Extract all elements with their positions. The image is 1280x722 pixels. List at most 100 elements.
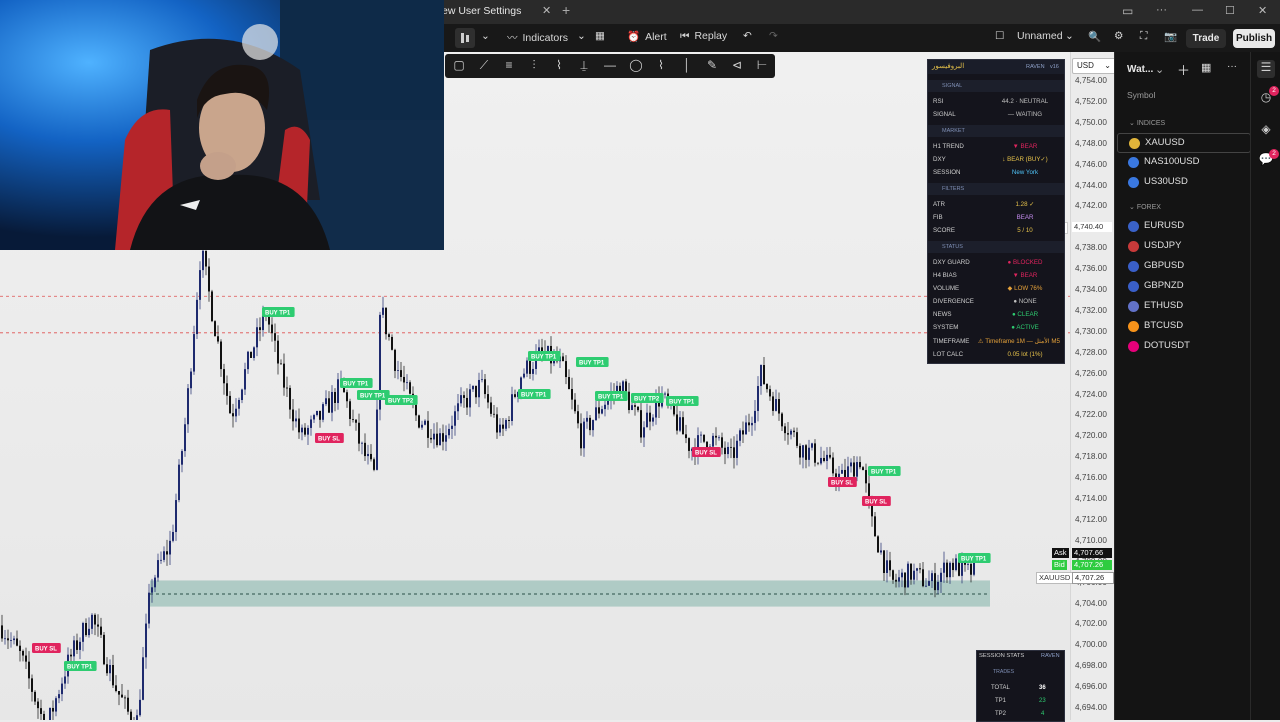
candle-body <box>289 387 291 410</box>
candle-body <box>190 371 192 389</box>
indices-section[interactable]: ⌄ INDICES <box>1129 119 1165 127</box>
fullscreen-icon[interactable]: ⛶ <box>1140 30 1147 43</box>
candle-body <box>13 638 15 641</box>
candle-body <box>859 462 861 468</box>
layouts-grid-icon[interactable]: ▦ <box>595 30 605 42</box>
layout-checkbox-icon[interactable]: ☐ <box>995 30 1004 42</box>
candle-body <box>235 408 237 417</box>
candle-body <box>910 563 912 580</box>
candle-body <box>586 417 588 422</box>
undo-icon[interactable]: ↶ <box>743 30 752 42</box>
new-tab-button[interactable]: + <box>562 2 570 18</box>
candle-body <box>808 447 810 460</box>
desktop-icon[interactable]: ▭ <box>1122 4 1133 18</box>
watchlist-item[interactable]: DOTUSDT <box>1117 337 1249 355</box>
candle-body <box>250 351 252 358</box>
replay-button[interactable]: ⏮ Replay <box>680 30 727 43</box>
indices-label: INDICES <box>1136 120 1166 127</box>
bars-pattern-icon[interactable]: ⫶ <box>524 58 544 73</box>
candle-body <box>397 370 399 371</box>
candle-body <box>451 425 453 429</box>
camera-icon[interactable]: 📷 <box>1164 30 1177 43</box>
layout-name-button[interactable]: Unnamed <box>1017 30 1063 42</box>
candle-body <box>925 585 927 587</box>
watchlist-item[interactable]: US30USD <box>1117 173 1249 191</box>
symbol-logo-icon <box>1128 301 1139 312</box>
brush-tool-icon[interactable]: ✎ <box>702 58 722 72</box>
settings-gear-icon[interactable]: ⚙ <box>1114 30 1123 42</box>
alert-button[interactable]: ⏰ Alert <box>627 30 667 43</box>
column-header-symbol[interactable]: Symbol <box>1127 90 1155 100</box>
ruler-tool-icon[interactable]: ⊲ <box>727 58 747 72</box>
watchlist-item[interactable]: XAUUSD <box>1117 133 1251 153</box>
layers-icon[interactable]: ◈ <box>1257 122 1275 140</box>
chevron-down-icon[interactable]: ⌄ <box>481 30 490 42</box>
close-tab-button[interactable]: ✕ <box>542 4 551 17</box>
forex-section[interactable]: ⌄ FOREX <box>1129 203 1161 211</box>
candle-body <box>514 394 516 397</box>
price-tick: 4,748.00 <box>1075 138 1107 148</box>
trade-button[interactable]: Trade <box>1186 29 1226 48</box>
watchlist-item[interactable]: USDJPY <box>1117 237 1249 255</box>
browser-tab-title[interactable]: ew User Settings <box>442 5 521 17</box>
candle-body <box>763 365 765 385</box>
vertical-line-icon[interactable]: │ <box>677 58 697 72</box>
channel-tool-icon[interactable]: ≡ <box>499 58 519 72</box>
signal-label: BUY SL <box>831 481 853 487</box>
candle-body <box>913 570 915 580</box>
watchlist-title[interactable]: Wat... <box>1127 64 1153 75</box>
row-atr: ATR 1.28 ✓ <box>933 201 1035 208</box>
path-tool-icon[interactable]: ⟋ <box>474 58 494 73</box>
alert-label: Alert <box>645 31 667 43</box>
high-price-tag: 4,740.40 <box>1072 222 1112 232</box>
chevron-down-icon[interactable]: ⌄ <box>577 30 586 42</box>
candle-body <box>640 410 642 438</box>
long-position-icon[interactable]: ⊢ <box>752 58 772 72</box>
indicators-button[interactable]: 〰 Indicators <box>507 30 568 45</box>
fib-tool-icon[interactable]: ⍊ <box>574 58 594 73</box>
watchlist-icon[interactable]: ☰ <box>1257 60 1275 78</box>
watchlist-item[interactable]: GBPUSD <box>1117 257 1249 275</box>
pattern-tool-icon[interactable]: ⌇ <box>549 58 569 72</box>
candle-body <box>676 414 678 431</box>
forex-label: FOREX <box>1136 204 1161 211</box>
add-symbol-icon[interactable]: ＋ <box>1177 60 1190 79</box>
more-icon[interactable]: ··· <box>1156 4 1167 16</box>
stats-total-label: TOTAL <box>991 685 1010 691</box>
quick-search-icon[interactable]: 🔍 <box>1088 30 1101 43</box>
watchlist-item[interactable]: ETHUSD <box>1117 297 1249 315</box>
more-options-icon[interactable]: ··· <box>1227 61 1237 72</box>
stats-tp1-value: 23 <box>1039 698 1046 704</box>
rectangle-tool-icon[interactable]: ▢ <box>449 58 469 72</box>
chevron-down-icon[interactable]: ⌄ <box>1065 30 1074 42</box>
candle-body <box>106 664 108 674</box>
wave-tool-icon[interactable]: ⌇ <box>651 58 671 72</box>
watchlist-item[interactable]: GBPNZD <box>1117 277 1249 295</box>
candle-body <box>196 299 198 335</box>
maximize-icon[interactable]: ☐ <box>1225 4 1235 17</box>
ellipse-tool-icon[interactable]: ◯ <box>626 58 646 72</box>
panel-brand: RAVEN <box>1026 64 1045 70</box>
currency-select[interactable]: USD ⌄ <box>1072 58 1116 74</box>
candle-body <box>583 421 585 449</box>
symbol-logo-icon <box>1128 281 1139 292</box>
redo-icon[interactable]: ↷ <box>769 30 778 42</box>
signal-label: BUY SL <box>695 451 717 457</box>
table-view-icon[interactable]: ▦ <box>1201 61 1211 74</box>
chevron-down-icon[interactable]: ⌄ <box>1155 63 1164 76</box>
window-close-icon[interactable]: ✕ <box>1258 4 1267 17</box>
price-axis[interactable]: 4,754.00 4,752.00 4,750.00 4,748.00 4,746.00… <box>1070 52 1115 720</box>
horizontal-line-icon[interactable]: — <box>600 58 620 72</box>
candle-body <box>253 347 255 358</box>
watchlist-item[interactable]: EURUSD <box>1117 217 1249 235</box>
publish-button[interactable]: Publish <box>1233 29 1275 48</box>
section-market: MARKET <box>928 125 1064 137</box>
chart-type-button[interactable] <box>455 28 475 48</box>
candle-body <box>328 398 330 413</box>
watchlist-item[interactable]: BTCUSD <box>1117 317 1249 335</box>
candle-body <box>217 336 219 342</box>
chevron-down-icon: ⌄ <box>1129 120 1137 127</box>
minimize-icon[interactable]: — <box>1192 4 1203 16</box>
watchlist-item[interactable]: NAS100USD <box>1117 153 1249 171</box>
symbol-name: DOTUSDT <box>1144 340 1190 351</box>
